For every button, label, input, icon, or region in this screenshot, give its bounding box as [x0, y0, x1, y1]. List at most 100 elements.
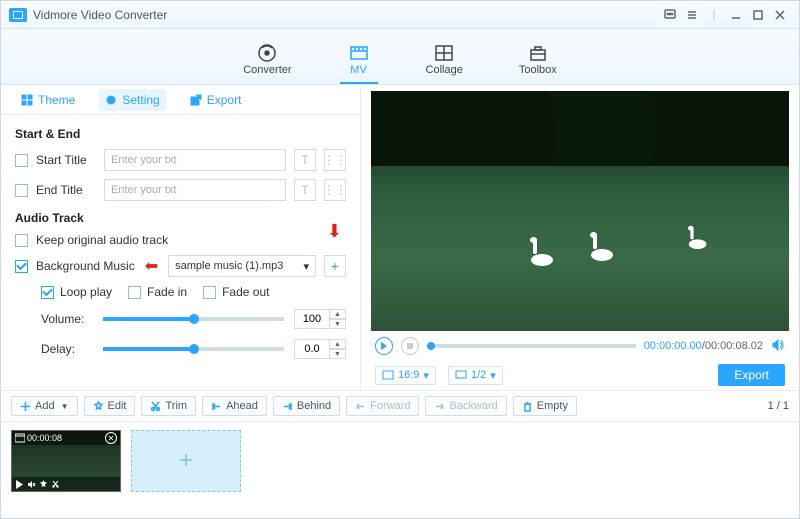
end-title-checkbox[interactable] [15, 184, 28, 197]
nav-mv[interactable]: MV [340, 38, 378, 84]
time-display: 00:00:00.00/00:00:08.02 [644, 340, 763, 352]
fade-in-option[interactable]: Fade in [128, 285, 187, 299]
add-music-button[interactable]: + [324, 255, 346, 277]
loop-play-checkbox[interactable] [41, 286, 54, 299]
maximize-button[interactable] [747, 6, 769, 24]
delay-row: Delay: ▲▼ [41, 339, 346, 359]
fade-in-label: Fade in [147, 285, 187, 299]
toolbox-icon [527, 42, 549, 64]
seek-bar[interactable] [427, 344, 636, 348]
end-title-input[interactable] [104, 179, 286, 201]
volume-up[interactable]: ▲ [330, 309, 346, 319]
add-button[interactable]: Add▼ [11, 396, 78, 416]
ahead-label: Ahead [226, 400, 258, 412]
page-total: 1 [783, 400, 789, 412]
nav-collage[interactable]: Collage [418, 38, 471, 84]
nav-mv-label: MV [350, 64, 367, 76]
edit-label: Edit [108, 400, 127, 412]
fade-options-row: Loop play Fade in Fade out [41, 285, 346, 299]
tab-setting-label: Setting [122, 93, 159, 107]
clip-thumbnail[interactable]: 00:00:08 ✕ [11, 430, 121, 492]
clip-edit-icon[interactable] [39, 480, 48, 489]
aspect-ratio-value: 16:9 [398, 369, 419, 381]
add-clip-placeholder[interactable]: + [131, 430, 241, 492]
empty-label: Empty [537, 400, 568, 412]
tab-theme[interactable]: Theme [15, 89, 81, 111]
settings-panel: Theme Setting Export Start & End Start T… [1, 85, 361, 390]
preview-options: 16:9 ▾ 1/2 ▾ Export [371, 361, 789, 389]
clip-toolbar: Add▼ Edit Trim Ahead Behind Forward Back… [1, 390, 799, 422]
tab-theme-label: Theme [38, 93, 75, 107]
play-button[interactable] [375, 337, 393, 355]
app-title: Vidmore Video Converter [33, 8, 167, 22]
volume-icon[interactable] [771, 338, 785, 355]
clip-duration: 00:00:08 [27, 433, 62, 443]
zoom-select[interactable]: 1/2 ▾ [448, 366, 503, 385]
bg-music-selected: sample music (1).mp3 [175, 260, 283, 272]
behind-button[interactable]: Behind [273, 396, 340, 416]
delay-slider[interactable] [103, 347, 284, 351]
loop-play-label: Loop play [60, 285, 112, 299]
empty-button[interactable]: Empty [513, 396, 577, 416]
clip-play-icon[interactable] [15, 480, 24, 489]
start-style-button[interactable]: ⋮⋮ [324, 149, 346, 171]
timeline-row: 00:00:08 ✕ + [1, 422, 799, 502]
bg-music-label: Background Music [36, 259, 135, 273]
volume-down[interactable]: ▼ [330, 319, 346, 329]
loop-play-option[interactable]: Loop play [41, 285, 112, 299]
start-title-checkbox[interactable] [15, 154, 28, 167]
nav-toolbox[interactable]: Toolbox [511, 38, 565, 84]
end-title-row: End Title T ⋮⋮ [15, 179, 346, 201]
divider: | [703, 6, 725, 24]
export-button[interactable]: Export [718, 364, 785, 386]
end-style-button[interactable]: ⋮⋮ [324, 179, 346, 201]
video-preview[interactable] [371, 91, 789, 331]
panel-tabs: Theme Setting Export [1, 85, 360, 115]
fade-in-checkbox[interactable] [128, 286, 141, 299]
delay-spinner[interactable]: ▲▼ [294, 339, 346, 359]
minimize-button[interactable] [725, 6, 747, 24]
audiotrack-header: Audio Track [15, 211, 346, 225]
menu-icon[interactable] [681, 6, 703, 24]
edit-button[interactable]: Edit [84, 396, 136, 416]
tab-export[interactable]: Export [184, 89, 248, 111]
chevron-down-icon: ▾ [490, 369, 496, 382]
tab-setting[interactable]: Setting [99, 89, 165, 111]
close-button[interactable] [769, 6, 791, 24]
chevron-down-icon: ▾ [423, 369, 429, 382]
bg-music-dropdown[interactable]: sample music (1).mp3 ▾ [168, 255, 316, 277]
start-font-button[interactable]: T [294, 149, 316, 171]
converter-icon [256, 42, 278, 64]
start-title-input[interactable] [104, 149, 286, 171]
fade-out-checkbox[interactable] [203, 286, 216, 299]
player-controls: 00:00:00.00/00:00:08.02 [371, 331, 789, 361]
chevron-down-icon: ▾ [303, 260, 309, 273]
volume-slider[interactable] [103, 317, 284, 321]
delay-value[interactable] [294, 339, 330, 359]
zoom-value: 1/2 [471, 369, 486, 381]
clip-trim-icon[interactable] [51, 480, 60, 489]
stop-button[interactable] [401, 337, 419, 355]
page-current: 1 [768, 400, 774, 412]
nav-collage-label: Collage [426, 64, 463, 76]
clip-mute-icon[interactable] [27, 480, 36, 489]
nav-converter[interactable]: Converter [235, 38, 299, 84]
ahead-button[interactable]: Ahead [202, 396, 267, 416]
time-duration: 00:00:08.02 [705, 340, 763, 352]
volume-spinner[interactable]: ▲▼ [294, 309, 346, 329]
end-title-label: End Title [36, 183, 96, 197]
bg-music-checkbox[interactable] [15, 260, 28, 273]
fade-out-option[interactable]: Fade out [203, 285, 269, 299]
end-font-button[interactable]: T [294, 179, 316, 201]
delay-down[interactable]: ▼ [330, 349, 346, 359]
add-label: Add [35, 400, 55, 412]
aspect-ratio-select[interactable]: 16:9 ▾ [375, 366, 436, 385]
clip-remove-button[interactable]: ✕ [105, 432, 117, 444]
backward-button[interactable]: Backward [425, 396, 506, 416]
forward-button[interactable]: Forward [346, 396, 419, 416]
feedback-icon[interactable] [659, 6, 681, 24]
delay-up[interactable]: ▲ [330, 339, 346, 349]
volume-value[interactable] [294, 309, 330, 329]
trim-button[interactable]: Trim [141, 396, 196, 416]
keep-original-checkbox[interactable] [15, 234, 28, 247]
